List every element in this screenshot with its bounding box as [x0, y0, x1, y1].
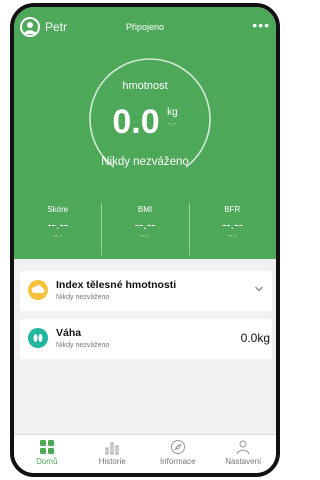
nav-label: Domů — [36, 457, 58, 466]
stat-sub: --.- — [140, 233, 150, 240]
stat-label: Skóre — [47, 205, 69, 214]
weight-card-subtitle: Nikdy nezváženo — [56, 342, 110, 349]
compass-icon — [170, 440, 185, 454]
weight-card[interactable]: Váha Nikdy nezváženo 0.0kg — [20, 319, 272, 359]
stat-label: BFR — [224, 205, 241, 214]
connection-status: Připojeno — [125, 22, 165, 32]
metric-label: hmotnost — [122, 80, 168, 92]
nav-history[interactable]: Historie — [80, 435, 146, 473]
nav-settings[interactable]: Nastavení — [211, 435, 277, 473]
stat-score[interactable]: Skóre --.-- --.- — [14, 201, 101, 259]
bmi-card-title: Index tělesné hmotnosti — [56, 279, 177, 291]
home-grid-icon — [39, 440, 54, 454]
top-bar: Petr Připojeno ••• — [14, 7, 276, 43]
nav-label: Nastavení — [225, 457, 262, 466]
more-menu-icon[interactable]: ••• — [252, 17, 270, 33]
stats-row: Skóre --.-- --.- BMI --.-- --.- BFR --.-… — [14, 201, 276, 259]
history-chart-icon — [105, 442, 119, 455]
nav-label: Historie — [98, 457, 126, 466]
weight-unit: kg — [167, 107, 178, 118]
nav-label: Informace — [159, 457, 196, 466]
stat-bfr[interactable]: BFR --.-- --.- — [188, 201, 276, 259]
nav-home[interactable]: Domů — [14, 435, 80, 473]
bottom-nav: Domů Historie Informace Nastavení — [14, 434, 276, 473]
stat-sub: --.- — [227, 233, 237, 240]
stat-bmi[interactable]: BMI --.-- --.- — [101, 201, 188, 259]
stat-value: --.-- — [47, 217, 69, 232]
stat-value: --.-- — [221, 217, 243, 232]
chevron-down-icon[interactable] — [254, 284, 264, 294]
bmi-card[interactable]: Index tělesné hmotnosti Nikdy nezváženo — [20, 271, 272, 311]
bmi-card-subtitle: Nikdy nezváženo — [56, 294, 110, 301]
weight-card-title: Váha — [56, 327, 82, 339]
stat-sub: --.- — [53, 233, 63, 240]
weight-value: 0.0 — [112, 103, 160, 141]
feet-icon — [28, 328, 48, 348]
weight-subvalue: --.- — [167, 121, 177, 128]
weight-header-panel: Petr Připojeno ••• hmotnost 0.0 kg --.- … — [14, 7, 276, 259]
stat-value: --.-- — [134, 217, 156, 232]
phone-frame: Petr Připojeno ••• hmotnost 0.0 kg --.- … — [10, 3, 280, 477]
weight-status: Nikdy nezváženo — [101, 156, 189, 168]
weight-value-display: 0.0 kg --.- — [14, 103, 276, 142]
user-icon — [236, 440, 250, 455]
weight-card-value: 0.0kg — [240, 331, 270, 345]
cloud-icon — [28, 280, 48, 300]
stat-label: BMI — [137, 205, 153, 214]
nav-info[interactable]: Informace — [145, 435, 211, 473]
